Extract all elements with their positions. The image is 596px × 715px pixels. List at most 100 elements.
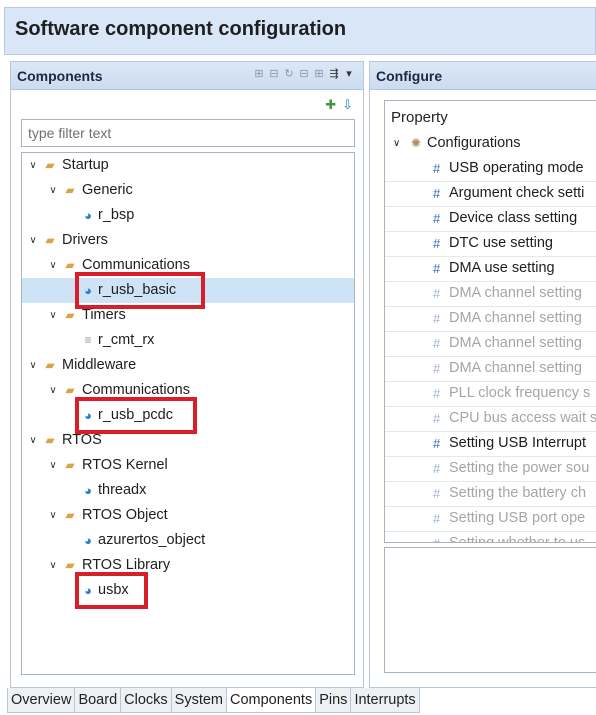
folder-icon: ▰ bbox=[45, 158, 55, 172]
tree-item-label: Startup bbox=[62, 157, 109, 173]
import-icon[interactable]: ⇩ bbox=[342, 97, 353, 113]
components-panel-title: Components bbox=[17, 68, 103, 84]
tree-item-label: Timers bbox=[82, 307, 126, 323]
property-row[interactable]: # Setting the power sou bbox=[385, 456, 596, 482]
tree-item-label: r_usb_pcdc bbox=[98, 407, 173, 423]
folder-icon: ▰ bbox=[65, 458, 75, 472]
property-row[interactable]: # USB operating mode bbox=[385, 156, 596, 182]
tree-folder-row[interactable]: ∨ ▰ Timers bbox=[22, 303, 354, 328]
add-component-icon[interactable]: ⊞ bbox=[253, 67, 265, 81]
property-row[interactable]: # PLL clock frequency s bbox=[385, 381, 596, 407]
property-icon: # bbox=[433, 486, 441, 501]
property-label: DMA use setting bbox=[449, 260, 555, 276]
property-label: Argument check setti bbox=[449, 185, 585, 201]
tree-component-row[interactable]: ◕ r_usb_basic bbox=[22, 278, 354, 303]
tree-item-label: RTOS bbox=[62, 432, 102, 448]
tab-components[interactable]: Components bbox=[226, 688, 317, 713]
filter-icon[interactable]: ⇶ bbox=[328, 67, 340, 81]
property-label: CPU bus access wait s bbox=[449, 410, 596, 426]
property-row[interactable]: # DMA channel setting bbox=[385, 331, 596, 357]
property-row[interactable]: # DTC use setting bbox=[385, 231, 596, 257]
view-menu-icon[interactable]: ▾ bbox=[343, 67, 355, 81]
property-row[interactable]: # Setting USB Interrupt bbox=[385, 431, 596, 457]
property-row[interactable]: # Setting the battery ch bbox=[385, 481, 596, 507]
property-row[interactable]: # Setting whether to us bbox=[385, 531, 596, 542]
property-icon: # bbox=[433, 361, 441, 376]
property-label: DMA channel setting bbox=[449, 310, 582, 326]
tree-folder-row[interactable]: ∨ ▰ RTOS Kernel bbox=[22, 453, 354, 478]
expand-chevron-icon[interactable]: ∨ bbox=[27, 428, 39, 453]
collapse-all-icon[interactable]: ⊟ bbox=[298, 67, 310, 81]
folder-icon: ▰ bbox=[65, 308, 75, 322]
expand-chevron-icon[interactable]: ∨ bbox=[47, 378, 59, 403]
property-icon: # bbox=[433, 411, 441, 426]
tree-component-row[interactable]: ◕ azurertos_object bbox=[22, 528, 354, 553]
expand-chevron-icon[interactable]: ∨ bbox=[47, 178, 59, 203]
tree-folder-row[interactable]: ∨ ▰ RTOS bbox=[22, 428, 354, 453]
tree-component-row[interactable]: ◕ r_usb_pcdc bbox=[22, 403, 354, 428]
property-label: DTC use setting bbox=[449, 235, 553, 251]
expand-chevron-icon[interactable]: ∨ bbox=[47, 453, 59, 478]
tree-item-label: usbx bbox=[98, 582, 129, 598]
refresh-icon[interactable]: ↻ bbox=[283, 67, 295, 81]
tree-component-row[interactable]: ◕ threadx bbox=[22, 478, 354, 503]
tab-board[interactable]: Board bbox=[74, 688, 122, 713]
component-icon: ◕ bbox=[84, 208, 92, 223]
property-row[interactable]: # DMA use setting bbox=[385, 256, 596, 282]
components-sub-toolbar: ✚ ⇩ bbox=[325, 97, 353, 113]
property-row[interactable]: # CPU bus access wait s bbox=[385, 406, 596, 432]
tab-pins[interactable]: Pins bbox=[315, 688, 352, 713]
tree-folder-row[interactable]: ∨ ▰ Communications bbox=[22, 378, 354, 403]
property-icon: # bbox=[433, 261, 441, 276]
expand-chevron-icon[interactable]: ∨ bbox=[47, 503, 59, 528]
expand-chevron-icon[interactable]: ∨ bbox=[27, 228, 39, 253]
folder-icon: ▰ bbox=[65, 558, 75, 572]
tree-folder-row[interactable]: ∨ ▰ Communications bbox=[22, 253, 354, 278]
component-icon: ◕ bbox=[84, 408, 92, 423]
tree-folder-row[interactable]: ∨ ▰ Middleware bbox=[22, 353, 354, 378]
folder-icon: ▰ bbox=[45, 233, 55, 247]
tree-item-label: Generic bbox=[82, 182, 133, 198]
property-row[interactable]: # DMA channel setting bbox=[385, 306, 596, 332]
property-label: Setting USB Interrupt bbox=[449, 435, 587, 451]
tree-component-row[interactable]: ≡ r_cmt_rx bbox=[22, 328, 354, 353]
gear-icon: ✺ bbox=[411, 136, 422, 150]
expand-chevron-icon[interactable]: ∨ bbox=[47, 303, 59, 328]
tree-folder-row[interactable]: ∨ ▰ Generic bbox=[22, 178, 354, 203]
expand-chevron-icon[interactable]: ∨ bbox=[27, 353, 39, 378]
add-icon[interactable]: ✚ bbox=[325, 97, 336, 113]
configure-panel-header: Configure bbox=[370, 62, 596, 90]
tab-interrupts[interactable]: Interrupts bbox=[350, 688, 420, 713]
property-icon: # bbox=[433, 286, 441, 301]
property-row[interactable]: # Argument check setti bbox=[385, 181, 596, 207]
folder-icon: ▰ bbox=[65, 183, 75, 197]
property-description-box bbox=[384, 547, 596, 673]
remove-component-icon[interactable]: ⊟ bbox=[268, 67, 280, 81]
tree-folder-row[interactable]: ∨ ▰ RTOS Object bbox=[22, 503, 354, 528]
tree-component-row[interactable]: ◕ usbx bbox=[22, 578, 354, 603]
property-icon: # bbox=[433, 336, 441, 351]
component-icon: ◕ bbox=[84, 483, 92, 498]
tree-item-label: Communications bbox=[82, 382, 190, 398]
expand-chevron-icon[interactable]: ∨ bbox=[47, 553, 59, 578]
property-row[interactable]: # DMA channel setting bbox=[385, 281, 596, 307]
tree-folder-row[interactable]: ∨ ▰ RTOS Library bbox=[22, 553, 354, 578]
components-panel: Components ⊞ ⊟ ↻ ⊟ ⊞ ⇶ ▾ ✚ ⇩ ∨▰Startup∨▰… bbox=[10, 61, 364, 688]
tree-folder-row[interactable]: ∨ ▰ Drivers bbox=[22, 228, 354, 253]
expand-chevron-icon[interactable]: ∨ bbox=[27, 153, 39, 178]
expand-all-icon[interactable]: ⊞ bbox=[313, 67, 325, 81]
expand-chevron-icon[interactable]: ∨ bbox=[47, 253, 59, 278]
tree-folder-row[interactable]: ∨ ▰ Startup bbox=[22, 153, 354, 178]
filter-input[interactable] bbox=[21, 119, 355, 147]
tab-overview[interactable]: Overview bbox=[7, 688, 76, 713]
tab-system[interactable]: System bbox=[170, 688, 227, 713]
property-icon: # bbox=[433, 386, 441, 401]
property-row[interactable]: # DMA channel setting bbox=[385, 356, 596, 382]
expand-chevron-icon[interactable]: ∨ bbox=[393, 131, 400, 156]
property-row[interactable]: # Setting USB port ope bbox=[385, 506, 596, 532]
component-tree: ∨ ▰ Startup ∨ ▰ Generic ◕ r_bsp ∨ ▰ Drivers ∨ ▰ Commu… bbox=[21, 152, 355, 675]
tree-component-row[interactable]: ◕ r_bsp bbox=[22, 203, 354, 228]
property-label: DMA channel setting bbox=[449, 285, 582, 301]
property-row[interactable]: # Device class setting bbox=[385, 206, 596, 232]
tab-clocks[interactable]: Clocks bbox=[120, 688, 172, 713]
